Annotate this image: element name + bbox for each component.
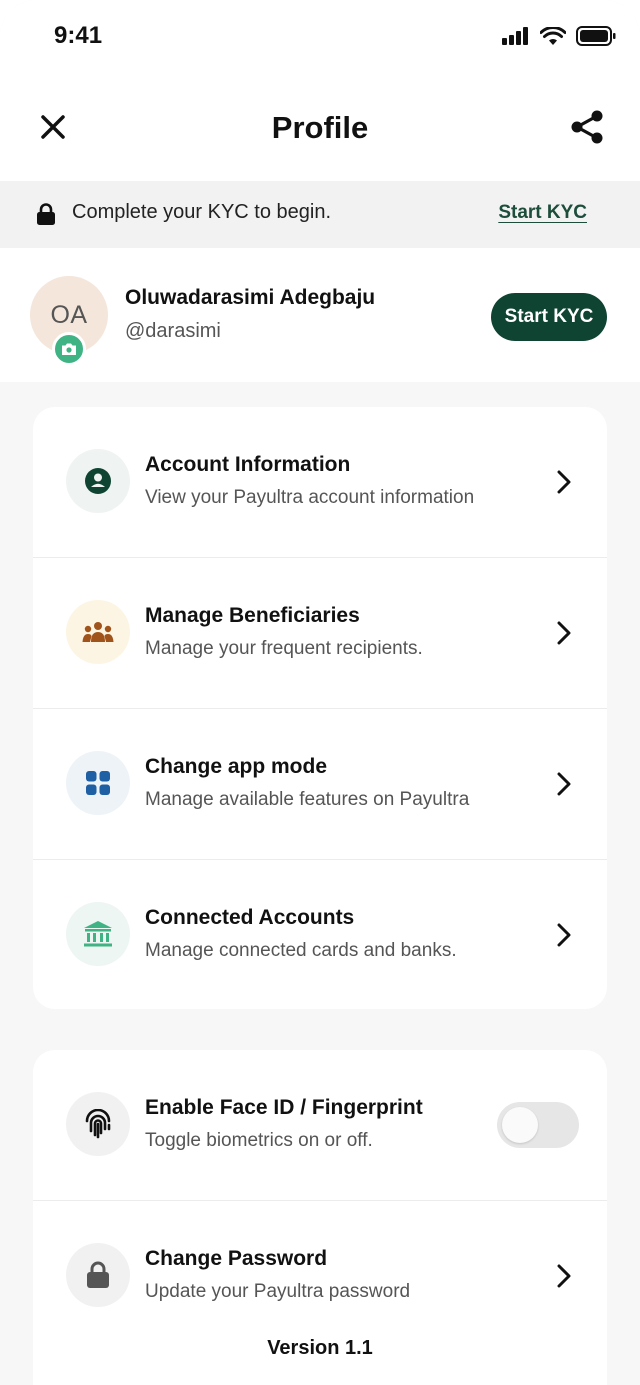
- menu-item-title: Account Information: [145, 453, 351, 476]
- chevron-right-icon: [557, 621, 571, 645]
- menu-item-subtitle: Manage connected cards and banks.: [145, 940, 457, 961]
- menu-item-change-app-mode[interactable]: Change app mode Manage available feature…: [33, 709, 607, 860]
- menu-item-title: Change app mode: [145, 755, 328, 778]
- page-title: Profile: [271, 110, 369, 145]
- app-header: Profile: [0, 80, 640, 181]
- chevron-right-icon: [557, 470, 571, 494]
- menu-item-subtitle: Manage your frequent recipients.: [145, 638, 423, 659]
- menu-item-title: Enable Face ID / Fingerprint: [145, 1096, 423, 1119]
- share-icon: [571, 110, 603, 144]
- start-kyc-link[interactable]: Start KYC: [498, 202, 587, 224]
- chevron-right-icon: [557, 772, 571, 796]
- menu-item-enable-biometrics: Enable Face ID / Fingerprint Toggle biom…: [33, 1050, 607, 1201]
- menu-item-subtitle: Toggle biometrics on or off.: [145, 1130, 373, 1151]
- app-version: Version 1.1: [267, 1337, 373, 1359]
- signal-icon: [502, 27, 530, 50]
- menu-item-subtitle: View your Payultra account information: [145, 487, 475, 508]
- fingerprint-icon: [66, 1092, 130, 1156]
- start-kyc-button[interactable]: Start KYC: [491, 293, 607, 341]
- status-icons: [502, 25, 616, 51]
- menu-item-title: Change Password: [145, 1247, 328, 1270]
- chevron-right-icon: [557, 923, 571, 947]
- profile-name: Oluwadarasimi Adegbaju: [125, 286, 376, 309]
- profile-handle: @darasimi: [125, 320, 221, 342]
- menu-item-title: Connected Accounts: [145, 906, 355, 929]
- avatar-initials: OA: [50, 300, 88, 329]
- menu-item-change-password[interactable]: Change Password Update your Payultra pas…: [33, 1201, 607, 1352]
- share-button[interactable]: [568, 108, 606, 146]
- profile-screen: 9:41 Profile Complete your KYC to begin.…: [0, 0, 640, 1385]
- kyc-banner-text: Complete your KYC to begin.: [72, 201, 332, 223]
- menu-item-connected-accounts[interactable]: Connected Accounts Manage connected card…: [33, 860, 607, 1009]
- menu-item-title: Manage Beneficiaries: [145, 604, 360, 627]
- user-circle-icon: [66, 449, 130, 513]
- status-bar: 9:41: [0, 0, 640, 80]
- toggle-knob: [502, 1107, 538, 1143]
- grid-icon: [66, 751, 130, 815]
- security-menu-card: Enable Face ID / Fingerprint Toggle biom…: [33, 1050, 607, 1385]
- menu-item-manage-beneficiaries[interactable]: Manage Beneficiaries Manage your frequen…: [33, 558, 607, 709]
- battery-icon: [576, 26, 616, 51]
- lock-icon: [66, 1243, 130, 1307]
- menu-item-subtitle: Manage available features on Payultra: [145, 789, 470, 810]
- account-menu-card: Account Information View your Payultra a…: [33, 407, 607, 1009]
- menu-item-subtitle: Update your Payultra password: [145, 1281, 411, 1302]
- camera-icon: [62, 343, 76, 355]
- change-photo-button[interactable]: [52, 332, 86, 366]
- biometrics-toggle[interactable]: [497, 1102, 579, 1148]
- profile-summary: OA Oluwadarasimi Adegbaju @darasimi Star…: [0, 248, 640, 382]
- kyc-banner: Complete your KYC to begin. Start KYC: [0, 181, 640, 248]
- chevron-right-icon: [557, 1264, 571, 1288]
- group-icon: [66, 600, 130, 664]
- lock-icon: [36, 203, 56, 230]
- menu-item-account-information[interactable]: Account Information View your Payultra a…: [33, 407, 607, 558]
- status-time: 9:41: [54, 22, 103, 49]
- bank-icon: [66, 902, 130, 966]
- wifi-icon: [539, 25, 567, 51]
